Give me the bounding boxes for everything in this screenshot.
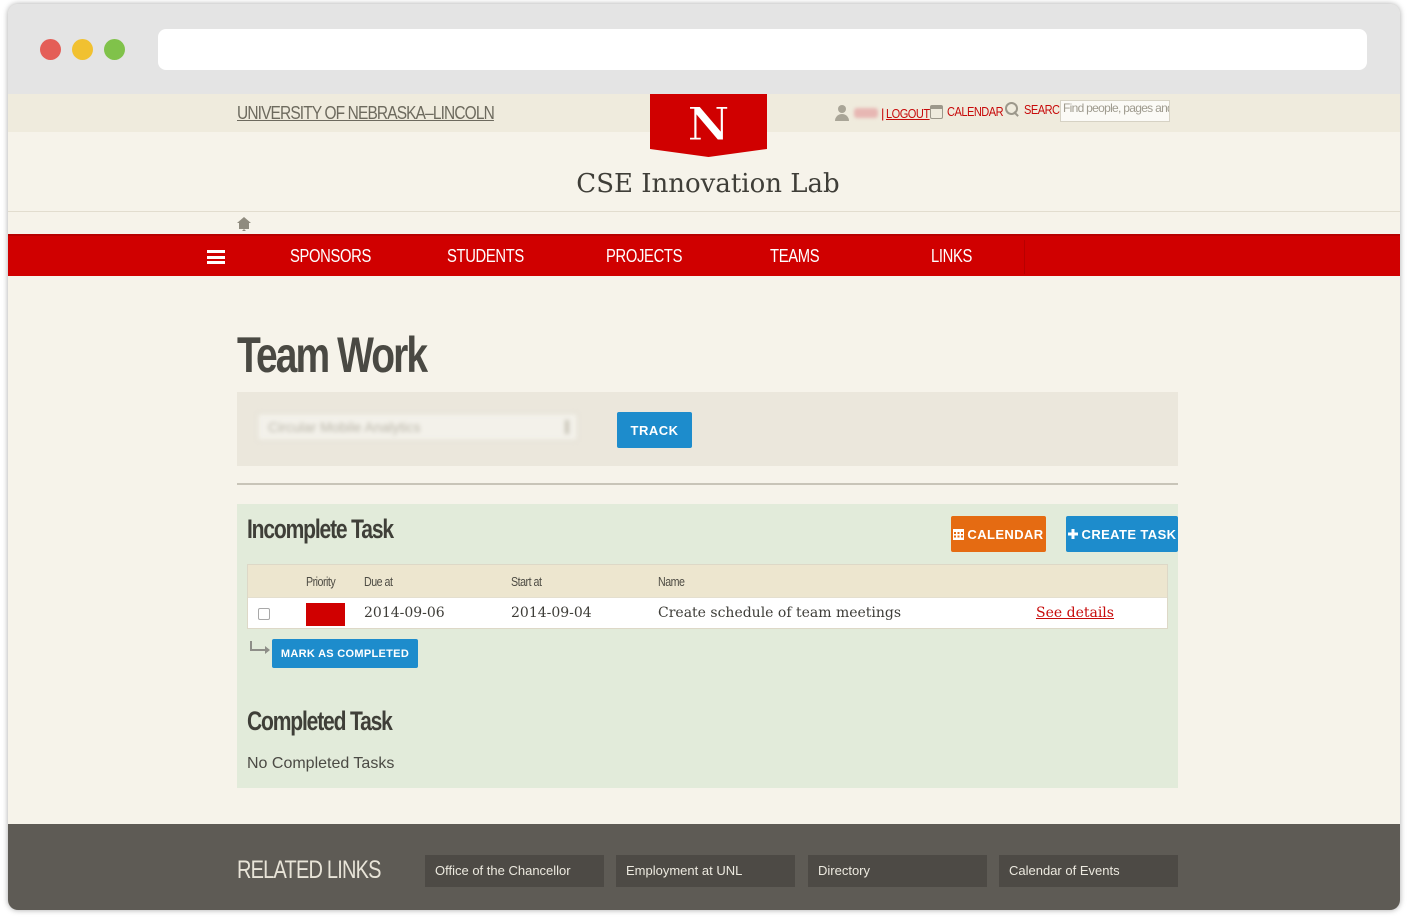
nav-teams[interactable]: TEAMS	[770, 246, 820, 267]
user-icon	[834, 105, 850, 121]
calendar-icon	[930, 104, 943, 119]
see-details-link[interactable]: See details	[1036, 605, 1114, 621]
main-navigation: SPONSORS STUDENTS PROJECTS TEAMS LINKS	[8, 234, 1400, 276]
project-select-value: Circular Mobile Analytics	[268, 419, 421, 435]
completed-task-title: Completed Task	[247, 706, 393, 736]
menu-icon[interactable]	[207, 250, 225, 264]
separator: |	[881, 105, 885, 121]
task-checkbox[interactable]	[258, 608, 270, 620]
footer: RELATED LINKS Office of the Chancellor E…	[8, 824, 1400, 910]
site-title[interactable]: CSE Innovation Lab	[8, 169, 1400, 199]
plus-icon	[1067, 529, 1078, 539]
column-name[interactable]: Name	[658, 574, 685, 589]
selected-arrow-icon	[250, 641, 270, 654]
mark-as-completed-button[interactable]: MARK AS COMPLETED	[272, 639, 418, 668]
task-name: Create schedule of team meetings	[658, 605, 902, 621]
search-icon	[1005, 102, 1020, 117]
track-panel: Circular Mobile Analytics TRACK	[237, 392, 1178, 466]
university-link[interactable]: UNIVERSITY OF NEBRASKA–LINCOLN	[237, 103, 495, 124]
footer-link-chancellor[interactable]: Office of the Chancellor	[425, 855, 604, 887]
section-divider	[237, 483, 1178, 485]
column-due-at[interactable]: Due at	[364, 574, 393, 589]
user-area: | LOGOUT	[834, 104, 938, 122]
column-start-at[interactable]: Start at	[511, 574, 542, 589]
calendar-link-area[interactable]: CALENDAR	[930, 104, 1013, 119]
column-priority[interactable]: Priority	[306, 574, 336, 589]
related-links-title: RELATED LINKS	[237, 856, 382, 884]
page-title: Team Work	[237, 327, 428, 383]
table-header: Priority Due at Start at Name	[248, 565, 1167, 597]
create-task-button[interactable]: CREATE TASK	[1066, 516, 1178, 552]
web-page: UNIVERSITY OF NEBRASKA–LINCOLN N | LOGOU…	[8, 94, 1400, 910]
footer-link-employment[interactable]: Employment at UNL	[616, 855, 795, 887]
footer-link-directory[interactable]: Directory	[808, 855, 987, 887]
calendar-button[interactable]: CALENDAR	[951, 516, 1046, 552]
nav-students[interactable]: STUDENTS	[447, 246, 524, 267]
calendar-button-label: CALENDAR	[967, 526, 1044, 542]
select-caret-icon	[565, 420, 569, 434]
browser-chrome	[8, 4, 1400, 94]
tasks-panel: Incomplete Task CALENDAR CREATE TASK Pri…	[237, 504, 1178, 788]
calendar-button-icon	[953, 529, 965, 540]
incomplete-task-table: Priority Due at Start at Name 2014-09-06…	[247, 564, 1168, 629]
table-row: 2014-09-06 2014-09-04 Create schedule of…	[248, 597, 1167, 628]
nav-links[interactable]: LINKS	[931, 246, 972, 267]
maximize-window-button[interactable]	[104, 39, 125, 60]
browser-window: UNIVERSITY OF NEBRASKA–LINCOLN N | LOGOU…	[8, 4, 1400, 910]
search-input[interactable]: Find people, pages and things	[1060, 100, 1170, 122]
project-select[interactable]: Circular Mobile Analytics	[257, 413, 578, 441]
address-bar[interactable]	[158, 29, 1367, 70]
home-icon[interactable]	[237, 217, 251, 231]
logout-link[interactable]: LOGOUT	[886, 106, 930, 121]
track-button[interactable]: TRACK	[617, 412, 692, 448]
create-task-label: CREATE TASK	[1081, 526, 1177, 542]
priority-indicator	[306, 603, 345, 626]
incomplete-task-title: Incomplete Task	[247, 514, 394, 544]
footer-link-calendar-events[interactable]: Calendar of Events	[999, 855, 1178, 887]
nav-sponsors[interactable]: SPONSORS	[290, 246, 371, 267]
nav-projects[interactable]: PROJECTS	[606, 246, 682, 267]
minimize-window-button[interactable]	[72, 39, 93, 60]
title-divider	[8, 211, 1400, 212]
user-name-redacted	[854, 108, 878, 118]
unl-logo-badge[interactable]: N	[650, 94, 767, 157]
close-window-button[interactable]	[40, 39, 61, 60]
unl-logo-letter: N	[687, 97, 729, 151]
no-completed-tasks-message: No Completed Tasks	[247, 755, 395, 772]
task-due-at: 2014-09-06	[364, 605, 445, 621]
task-start-at: 2014-09-04	[511, 605, 592, 621]
calendar-link[interactable]: CALENDAR	[947, 104, 1004, 119]
nav-divider	[1024, 240, 1025, 274]
